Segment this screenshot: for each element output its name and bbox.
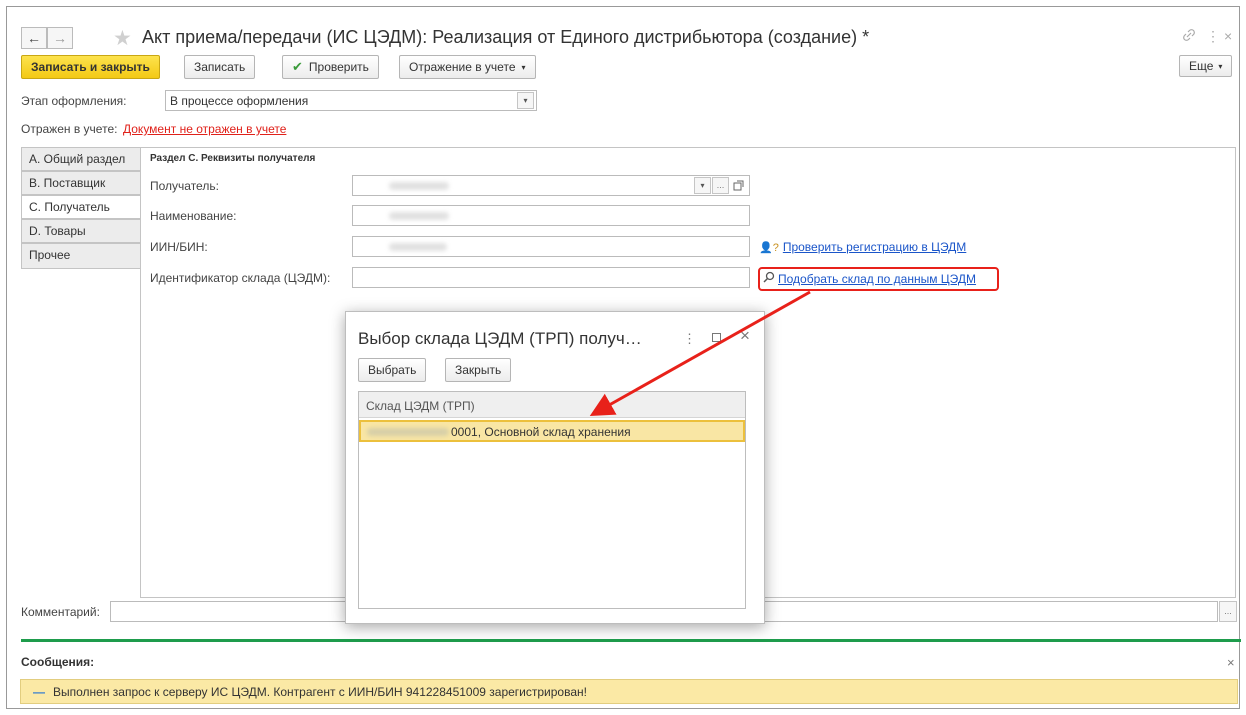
iin-field[interactable] (352, 236, 750, 257)
stage-select[interactable]: В процессе оформления (165, 90, 537, 111)
tab-other[interactable]: Прочее (21, 243, 141, 269)
tab-recipient[interactable]: С. Получатель (21, 195, 141, 219)
check-button[interactable]: ✔ Проверить (282, 55, 379, 79)
chevron-down-icon[interactable]: ▾ (517, 92, 534, 109)
save-button[interactable]: Записать (184, 55, 256, 79)
link-icon[interactable] (1182, 28, 1196, 45)
forward-button[interactable]: → (47, 27, 73, 49)
more-actions-icon[interactable]: ⋮ (1206, 28, 1220, 45)
close-icon[interactable]: × (1224, 28, 1232, 44)
chevron-down-icon[interactable]: ▾ (694, 177, 711, 194)
favorite-star-icon[interactable]: ★ (113, 26, 132, 51)
check-registration-link[interactable]: 👤? Проверить регистрацию в ЦЭДМ (759, 240, 966, 254)
chevron-down-icon: ▾ (1218, 61, 1223, 71)
more-actions-icon[interactable]: ⋮ (683, 331, 696, 347)
maximize-icon[interactable] (712, 333, 721, 342)
table-header: Склад ЦЭДМ (ТРП) (359, 392, 745, 418)
tab-supplier[interactable]: В. Поставщик (21, 171, 141, 195)
back-button[interactable]: ← (21, 27, 47, 49)
save-and-close-button[interactable]: Записать и закрыть (21, 55, 160, 79)
close-icon[interactable]: × (740, 326, 750, 346)
message-bar: — Выполнен запрос к серверу ИС ЦЭДМ. Кон… (20, 679, 1238, 704)
section-title: Раздел С. Реквизиты получателя (150, 153, 316, 164)
recipient-label: Получатель: (150, 179, 219, 193)
posted-label: Отражен в учете: (21, 122, 118, 136)
warehouse-id-field[interactable] (352, 267, 750, 288)
chevron-down-icon: ▾ (521, 62, 526, 72)
more-button[interactable]: Еще ▾ (1179, 55, 1233, 77)
ellipsis-icon[interactable]: … (712, 177, 729, 194)
close-button[interactable]: Закрыть (445, 358, 512, 382)
arrow-right-icon: → (53, 30, 67, 46)
pick-warehouse-link[interactable]: Подобрать склад по данным ЦЭДМ (763, 271, 976, 286)
messages-divider (21, 639, 1241, 642)
arrow-left-icon: ← (27, 30, 41, 46)
dash-icon: — (33, 684, 45, 699)
window-title: Акт приема/передачи (ИС ЦЭДМ): Реализаци… (142, 27, 870, 47)
name-field[interactable] (352, 205, 750, 226)
dialog-title: Выбор склада ЦЭДМ (ТРП) получ… (358, 329, 642, 348)
tab-goods[interactable]: D. Товары (21, 219, 141, 243)
magnifier-icon (763, 271, 775, 286)
warehouse-table: Склад ЦЭДМ (ТРП) 0001, Основной склад хр… (358, 391, 746, 609)
iin-label: ИИН/БИН: (150, 240, 208, 254)
stage-label: Этап оформления: (21, 94, 127, 108)
table-row[interactable]: 0001, Основной склад хранения (359, 420, 745, 442)
posting-menu-button[interactable]: Отражение в учете ▾ (399, 55, 536, 79)
open-icon[interactable] (730, 177, 747, 194)
user-question-icon: 👤? (759, 242, 779, 254)
name-label: Наименование: (150, 209, 237, 223)
comment-label: Комментарий: (21, 605, 100, 619)
warehouse-id-label: Идентификатор склада (ЦЭДМ): (150, 271, 331, 285)
row-value: 0001, Основной склад хранения (451, 425, 631, 439)
warehouse-selection-dialog: Выбор склада ЦЭДМ (ТРП) получ… ⋮ × Выбра… (345, 311, 765, 624)
ellipsis-icon[interactable]: … (1219, 601, 1237, 622)
message-text: Выполнен запрос к серверу ИС ЦЭДМ. Контр… (53, 684, 587, 699)
checkmark-icon: ✔ (292, 59, 303, 74)
tab-general[interactable]: А. Общий раздел (21, 147, 141, 171)
not-posted-link[interactable]: Документ не отражен в учете (123, 122, 286, 136)
select-button[interactable]: Выбрать (358, 358, 427, 382)
messages-title: Сообщения: (21, 655, 95, 669)
recipient-field[interactable] (352, 175, 750, 196)
close-icon[interactable]: × (1227, 655, 1235, 670)
